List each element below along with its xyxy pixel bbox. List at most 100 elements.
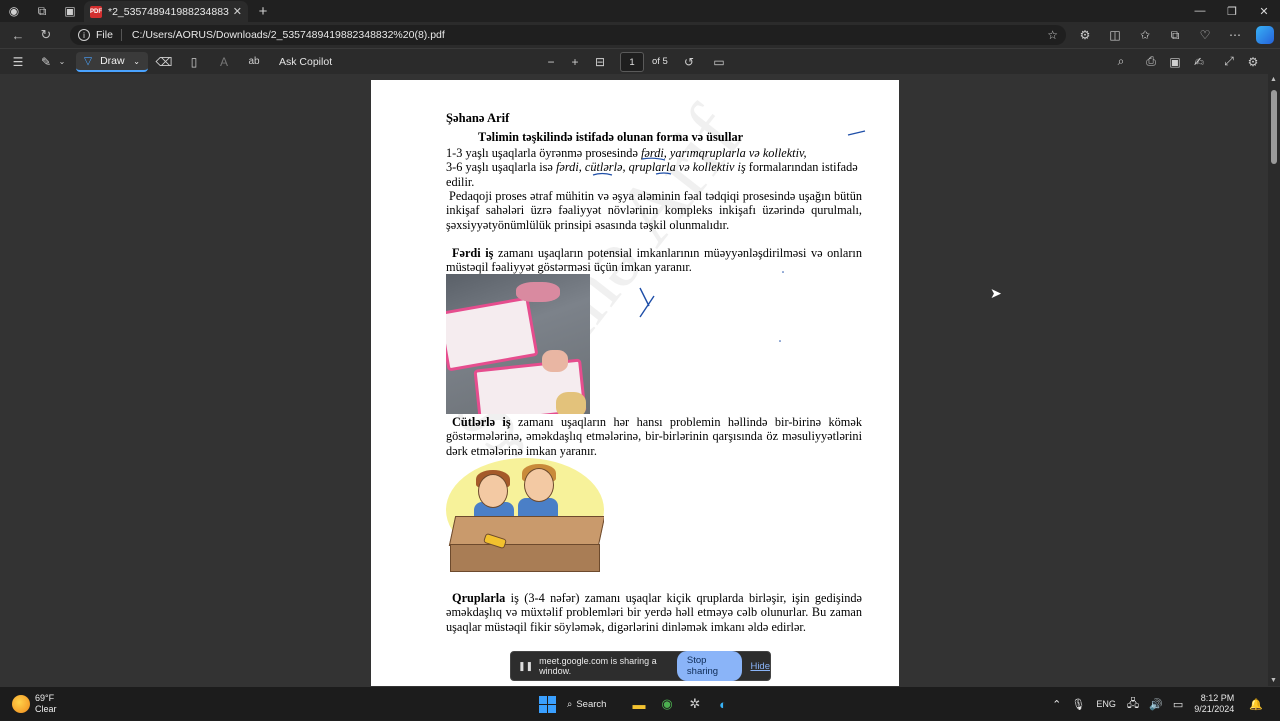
minimize-button[interactable]: — xyxy=(1184,0,1216,22)
edge-icon[interactable]: ◐ xyxy=(709,692,737,716)
settings-gear-icon[interactable]: ⚙ xyxy=(1245,49,1261,75)
new-tab-button[interactable]: + xyxy=(254,2,272,20)
mouse-cursor: ➤ xyxy=(990,285,1002,301)
address-text: C:/Users/AORUS/Downloads/2_5357489419882… xyxy=(131,29,445,41)
zoom-out-icon[interactable]: − xyxy=(544,49,558,75)
term-individual-work: Fərdi iş xyxy=(452,246,494,260)
pause-icon: ❚❚ xyxy=(518,660,534,671)
paragraph-individual-work: Fərdi iş zamanı uşaqların potensial imka… xyxy=(446,246,862,275)
copilot-icon[interactable] xyxy=(1256,26,1274,44)
language-indicator[interactable]: ENG xyxy=(1096,699,1116,709)
volume-icon[interactable]: 🔊 xyxy=(1149,698,1163,711)
draw-button[interactable]: ▽ Draw ⌄ xyxy=(76,52,148,72)
paragraph-pedagogical: Pedaqoji proses ətraf mühitin və əşya al… xyxy=(446,189,862,232)
search-label: Search xyxy=(576,698,607,710)
stop-sharing-button[interactable]: Stop sharing xyxy=(676,651,743,681)
back-button[interactable]: ← xyxy=(4,22,32,48)
text-box-icon[interactable]: ▯ xyxy=(186,49,202,75)
app-icon[interactable]: ✲ xyxy=(681,692,709,716)
fullscreen-icon[interactable]: ⤢ xyxy=(1221,49,1237,75)
erase-icon[interactable]: ⌫ xyxy=(156,49,173,75)
hand-shape xyxy=(542,350,568,372)
address-bar-row: ← ↻ i File C:/Users/AORUS/Downloads/2_53… xyxy=(0,22,1280,48)
term-pair-work: Cütlərlə iş xyxy=(452,415,511,429)
tab-active[interactable]: PDF *2_5357489419882348832 (8).pdf ✕ xyxy=(84,1,248,22)
favorites-icon[interactable]: ✩ xyxy=(1130,22,1160,48)
pdf-file-icon: PDF xyxy=(90,5,102,18)
battery-icon[interactable]: ▭ xyxy=(1173,698,1183,711)
share-text: meet.google.com is sharing a window. xyxy=(539,656,657,676)
collections-icon[interactable]: ⧉ xyxy=(1160,22,1190,48)
page-view-icon[interactable]: ▭ xyxy=(711,49,727,75)
refresh-button[interactable]: ↻ xyxy=(32,22,60,48)
weather-sun-icon xyxy=(12,694,30,713)
start-button[interactable] xyxy=(533,692,561,716)
page-number-input[interactable]: 1 xyxy=(620,52,644,72)
scroll-down-icon[interactable]: ▼ xyxy=(1270,677,1277,684)
extensions-icon[interactable]: ⚙ xyxy=(1070,22,1100,48)
maximize-button[interactable]: ❐ xyxy=(1216,0,1248,22)
draw-pen-icon: ▽ xyxy=(84,55,93,67)
search-icon: ⌕ xyxy=(567,698,573,710)
save-as-icon[interactable]: ✍ xyxy=(1191,49,1207,75)
profile-avatar[interactable]: ◉ xyxy=(2,0,26,22)
split-screen-icon[interactable]: ◫ xyxy=(1100,22,1130,48)
scrollbar-thumb[interactable] xyxy=(1271,90,1277,164)
highlight-icon[interactable]: ✎ xyxy=(38,49,54,75)
more-menu-icon[interactable]: ⋯ xyxy=(1220,22,1250,48)
text-forms-3-6: fərdi, cütlərlə, qruplarla və kollektiv … xyxy=(555,160,746,175)
clock[interactable]: 8:12 PM 9/21/2024 xyxy=(1194,693,1234,715)
fit-page-icon[interactable]: ⊟ xyxy=(592,49,608,75)
highlight-chevron-icon[interactable]: ⌄ xyxy=(57,49,67,75)
taskbar-search[interactable]: ⌕ Search xyxy=(567,699,619,710)
hide-link[interactable]: Hide xyxy=(750,661,770,672)
print-icon[interactable]: ⎙ xyxy=(1143,49,1159,75)
browser-essentials-icon[interactable]: ♡ xyxy=(1190,22,1220,48)
scroll-up-icon[interactable]: ▲ xyxy=(1270,76,1277,83)
worksheet-shape xyxy=(446,296,539,372)
text-age-3-6: 3-6 yaşlı uşaqlarla isə xyxy=(446,160,556,175)
find-icon[interactable]: ⌕ xyxy=(1113,49,1129,75)
cartoon-face xyxy=(478,474,508,508)
save-icon[interactable]: ▣ xyxy=(1167,49,1183,75)
paragraph-age-forms: 1-3 yaşlı uşaqlarla öyrənmə prosesində f… xyxy=(446,146,862,189)
clock-date: 9/21/2024 xyxy=(1194,704,1235,714)
text-group-work: iş (3-4 nəfər) zamanı uşaqlar kiçik qrup… xyxy=(446,591,862,634)
viewer-scrollbar[interactable]: ▲ ▼ xyxy=(1268,74,1280,686)
page-count: of 5 xyxy=(652,56,668,67)
weather-widget[interactable]: 69°F Clear xyxy=(12,693,57,714)
document-heading: Təlimin təşkilində istifadə olunan forma… xyxy=(478,130,744,144)
ink-dot xyxy=(779,340,781,342)
contents-icon[interactable]: ☰ xyxy=(10,49,26,75)
file-explorer-icon[interactable]: ▬ xyxy=(625,692,653,716)
draw-chevron-icon[interactable]: ⌄ xyxy=(133,57,140,66)
paragraph-pair-work: Cütlərlə iş zamanı uşaqların hər hansı p… xyxy=(446,415,862,458)
zoom-in-icon[interactable]: + xyxy=(568,49,582,75)
weather-temp: 69°F xyxy=(35,693,55,703)
network-icon[interactable]: 🖧 xyxy=(1127,695,1139,714)
ask-copilot-button[interactable]: Ask Copilot xyxy=(279,49,332,75)
tab-close-icon[interactable]: ✕ xyxy=(233,5,242,18)
screen-share-banner: ❚❚ meet.google.com is sharing a window. … xyxy=(510,651,771,681)
hand-shape xyxy=(556,392,586,414)
favorite-star-icon[interactable]: ☆ xyxy=(1047,28,1058,42)
read-aloud-icon[interactable]: ab xyxy=(246,49,262,75)
notifications-icon[interactable]: 🔔 xyxy=(1249,698,1263,711)
ink-stroke xyxy=(639,287,655,318)
pdf-toolbar: ☰ ✎ ⌄ ▽ Draw ⌄ ⌫ ▯ A ab Ask Copilot − + … xyxy=(0,48,1280,74)
pdf-page[interactable]: Şəhanə Arif Şəhanə Arif Təlimin təşkilin… xyxy=(371,80,899,686)
tab-actions-icon[interactable]: ▣ xyxy=(58,0,82,22)
add-text-icon[interactable]: A xyxy=(216,49,232,75)
microphone-icon[interactable]: 🎙 xyxy=(1071,698,1085,711)
site-info-icon[interactable]: i xyxy=(78,29,90,41)
window-close-button[interactable]: ✕ xyxy=(1248,0,1280,22)
chrome-icon[interactable]: ◉ xyxy=(653,692,681,716)
workspaces-icon[interactable]: ⧉ xyxy=(30,0,54,22)
cartoon-desk-front xyxy=(450,544,600,572)
taskbar: 69°F Clear ⌕ Search ▬ ◉ ✲ ◐ ⌃ 🎙 ENG 🖧 🔊 … xyxy=(0,686,1280,720)
rotate-icon[interactable]: ↺ xyxy=(681,49,697,75)
cartoon-face xyxy=(524,468,554,502)
tray-overflow-icon[interactable]: ⌃ xyxy=(1052,698,1061,711)
address-bar[interactable]: i File C:/Users/AORUS/Downloads/2_535748… xyxy=(70,25,1066,45)
text-age-1-3: 1-3 yaşlı uşaqlarla öyrənmə prosesində xyxy=(446,146,641,160)
